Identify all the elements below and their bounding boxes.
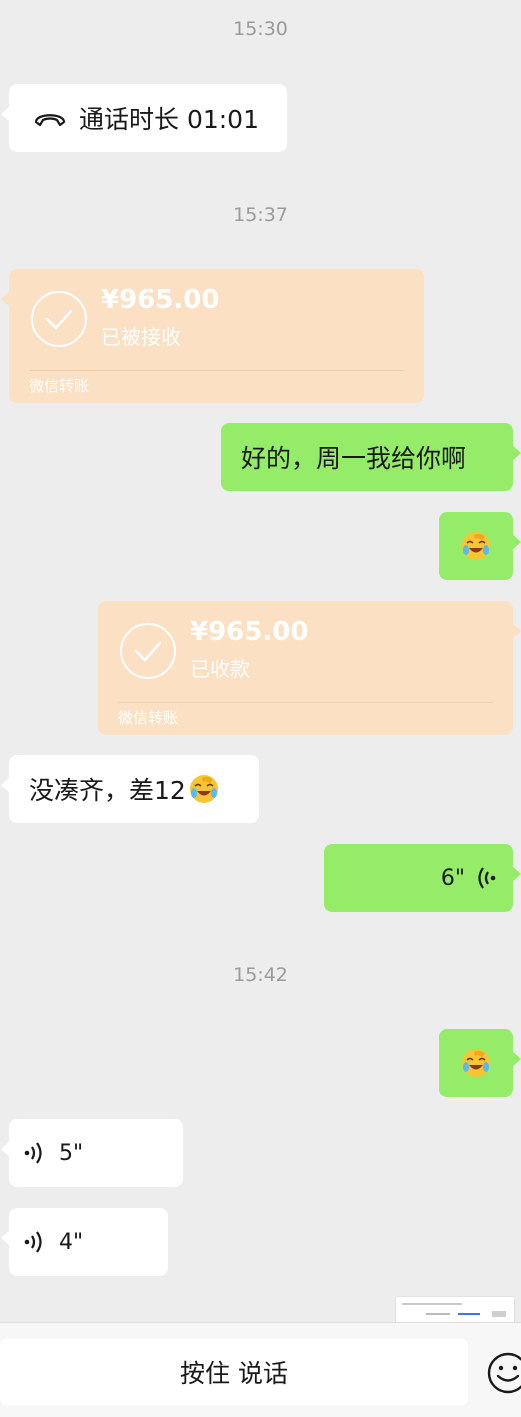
voice-duration: 4" xyxy=(59,1229,84,1255)
incoming-voice-bubble[interactable]: 4" xyxy=(1,1208,168,1276)
check-circle-icon xyxy=(31,291,87,347)
timestamp: 15:30 xyxy=(233,18,288,40)
call-duration-label: 通话时长 01:01 xyxy=(79,105,259,134)
transfer-status: 已收款 xyxy=(190,657,250,681)
voice-wave-icon xyxy=(24,1231,42,1253)
timestamp: 15:42 xyxy=(233,964,288,986)
transfer-amount: ¥965.00 xyxy=(190,617,309,647)
outgoing-emoji-bubble[interactable] xyxy=(439,1029,521,1097)
message-text: 好的，周一我给你啊 xyxy=(241,444,467,473)
facepalm-laugh-emoji xyxy=(462,1049,490,1077)
call-record-bubble[interactable]: 通话时长 01:01 xyxy=(1,84,287,152)
smile-icon[interactable] xyxy=(486,1351,521,1395)
incoming-voice-bubble[interactable]: 5" xyxy=(1,1119,183,1187)
voice-wave-icon xyxy=(24,1142,42,1164)
transfer-status: 已被接收 xyxy=(101,325,181,349)
transfer-footer: 微信转账 xyxy=(29,377,90,395)
transfer-footer: 微信转账 xyxy=(118,709,179,727)
voice-duration: 6" xyxy=(440,865,465,891)
voice-wave-icon xyxy=(478,867,496,889)
incoming-text-bubble[interactable]: 没凑齐，差12 xyxy=(1,755,259,823)
timestamp: 15:37 xyxy=(233,204,288,226)
divider xyxy=(118,702,493,703)
outgoing-text-bubble[interactable]: 好的，周一我给你啊 xyxy=(221,423,521,491)
facepalm-laugh-emoji xyxy=(462,532,490,560)
hold-to-talk-button[interactable]: 按住 说话 xyxy=(0,1339,468,1405)
message-text: 没凑齐，差12 xyxy=(29,776,186,805)
divider xyxy=(29,370,404,371)
transfer-amount: ¥965.00 xyxy=(101,285,220,315)
outgoing-voice-bubble[interactable]: 6" xyxy=(324,844,521,912)
input-bar: 按住 说话 xyxy=(0,1322,521,1417)
check-circle-icon xyxy=(120,623,176,679)
transfer-card-sent[interactable]: ¥965.00 已收款 微信转账 xyxy=(98,601,521,735)
voice-duration: 5" xyxy=(59,1140,84,1166)
facepalm-laugh-emoji xyxy=(189,775,218,803)
outgoing-emoji-bubble[interactable] xyxy=(439,512,521,580)
hang-up-phone-icon xyxy=(34,114,66,127)
transfer-card-received[interactable]: ¥965.00 已被接收 微信转账 xyxy=(1,269,424,403)
